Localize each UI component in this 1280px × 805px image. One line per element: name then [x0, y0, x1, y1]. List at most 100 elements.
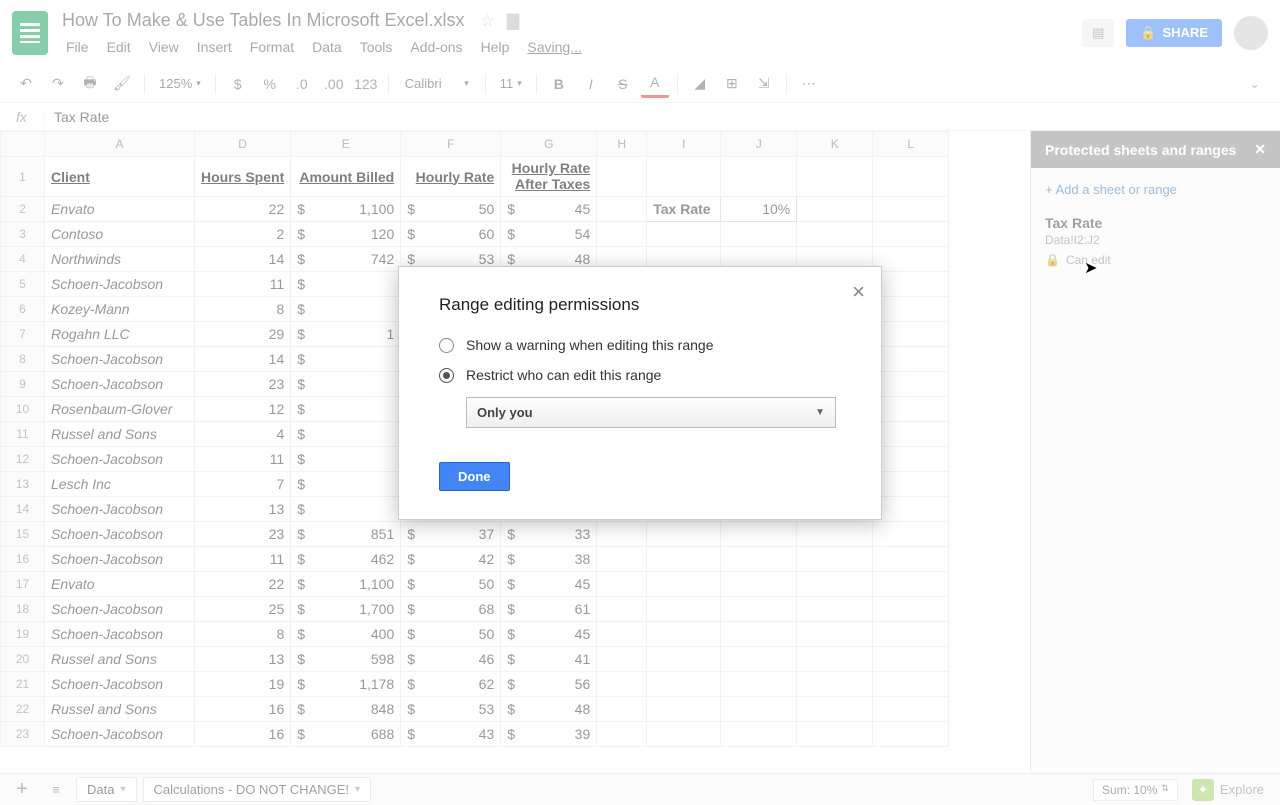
menu-insert[interactable]: Insert — [189, 37, 240, 57]
col-header[interactable]: J — [721, 132, 797, 157]
row-header[interactable]: 17 — [1, 572, 45, 597]
add-range-link[interactable]: + Add a sheet or range — [1045, 182, 1266, 197]
table-row[interactable]: 16 Schoen-Jacobson 11 $462 $42 $38 — [1, 547, 949, 572]
menu-help[interactable]: Help — [473, 37, 518, 57]
zoom-select[interactable]: 125%▾ — [153, 76, 207, 91]
done-button[interactable]: Done — [439, 462, 510, 491]
row-header[interactable]: 16 — [1, 547, 45, 572]
row-header[interactable]: 19 — [1, 622, 45, 647]
table-row[interactable]: 15 Schoen-Jacobson 23 $851 $37 $33 — [1, 522, 949, 547]
table-row[interactable]: 22 Russel and Sons 16 $848 $53 $48 — [1, 697, 949, 722]
more-formats-button[interactable]: 123 — [352, 70, 380, 98]
menu-file[interactable]: File — [58, 37, 97, 57]
menu-addons[interactable]: Add-ons — [402, 37, 470, 57]
strike-button[interactable]: S — [609, 70, 637, 98]
row-header[interactable]: 4 — [1, 247, 45, 272]
table-row[interactable]: 2 Envato 22 $1,100 $50 $45 Tax Rate10% — [1, 197, 949, 222]
row-header[interactable]: 23 — [1, 722, 45, 747]
dialog-title: Range editing permissions — [439, 295, 841, 315]
more-button[interactable]: ⋯ — [795, 70, 823, 98]
lock-icon: 🔒 — [1140, 25, 1156, 41]
row-header[interactable]: 5 — [1, 272, 45, 297]
percent-button[interactable]: % — [256, 70, 284, 98]
all-sheets-button[interactable]: ≡ — [42, 782, 70, 797]
row-header[interactable]: 2 — [1, 197, 45, 222]
row-header[interactable]: 22 — [1, 697, 45, 722]
explore-button[interactable]: ✦Explore — [1184, 779, 1272, 801]
close-icon[interactable]: × — [852, 279, 865, 305]
collapse-toolbar-icon[interactable]: ⌄ — [1249, 76, 1268, 92]
fill-color-button[interactable]: ◢ — [686, 70, 714, 98]
row-header[interactable]: 11 — [1, 422, 45, 447]
col-header[interactable]: F — [401, 132, 501, 157]
font-size-select[interactable]: 11▾ — [494, 76, 528, 91]
row-header[interactable]: 3 — [1, 222, 45, 247]
row-header[interactable]: 18 — [1, 597, 45, 622]
user-avatar[interactable] — [1234, 16, 1268, 50]
share-button[interactable]: 🔒SHARE — [1126, 19, 1222, 47]
row-header[interactable]: 8 — [1, 347, 45, 372]
menu-edit[interactable]: Edit — [99, 37, 139, 57]
col-header[interactable]: H — [597, 132, 647, 157]
range-permissions-dialog: × Range editing permissions Show a warni… — [398, 266, 882, 520]
chevron-down-icon[interactable]: ▾ — [355, 784, 360, 795]
italic-button[interactable]: I — [577, 70, 605, 98]
merge-button[interactable]: ⇲ — [750, 70, 778, 98]
row-header[interactable]: 15 — [1, 522, 45, 547]
menu-view[interactable]: View — [141, 37, 187, 57]
close-icon[interactable]: ✕ — [1254, 141, 1266, 158]
table-row[interactable]: 20 Russel and Sons 13 $598 $46 $41 — [1, 647, 949, 672]
row-header[interactable]: 14 — [1, 497, 45, 522]
row-header[interactable]: 10 — [1, 397, 45, 422]
row-header[interactable]: 9 — [1, 372, 45, 397]
formula-value[interactable]: Tax Rate — [44, 109, 119, 125]
quicksum-display[interactable]: Sum: 10%⇅ — [1093, 779, 1178, 801]
menu-data[interactable]: Data — [304, 37, 350, 57]
row-header[interactable]: 12 — [1, 447, 45, 472]
undo-button[interactable]: ↶ — [12, 70, 40, 98]
col-header[interactable]: K — [797, 132, 873, 157]
protected-range-item[interactable]: Tax Rate Data!I2:J2 🔒Can edit — [1045, 215, 1266, 267]
row-header[interactable]: 21 — [1, 672, 45, 697]
folder-icon[interactable]: ▇ — [507, 11, 519, 31]
table-row[interactable]: 19 Schoen-Jacobson 8 $400 $50 $45 — [1, 622, 949, 647]
menu-format[interactable]: Format — [242, 37, 302, 57]
col-header[interactable]: I — [647, 132, 721, 157]
table-row[interactable]: 18 Schoen-Jacobson 25 $1,700 $68 $61 — [1, 597, 949, 622]
radio-warning[interactable]: Show a warning when editing this range — [439, 337, 841, 353]
bold-button[interactable]: B — [545, 70, 573, 98]
radio-restrict[interactable]: Restrict who can edit this range — [439, 367, 841, 383]
dec-increase-button[interactable]: .00 — [320, 70, 348, 98]
currency-button[interactable]: $ — [224, 70, 252, 98]
restrict-select[interactable]: Only you ▼ — [466, 397, 836, 428]
font-select[interactable]: Calibri▾ — [397, 76, 477, 91]
menu-tools[interactable]: Tools — [352, 37, 401, 57]
sheet-tab-data[interactable]: Data▾ — [76, 777, 137, 802]
row-header[interactable]: 6 — [1, 297, 45, 322]
col-header[interactable]: G — [501, 132, 597, 157]
print-button[interactable]: 🖶 — [76, 70, 104, 98]
document-title[interactable]: How To Make & Use Tables In Microsoft Ex… — [58, 8, 468, 33]
paint-format-button[interactable]: 🖌 — [108, 70, 136, 98]
row-header[interactable]: 7 — [1, 322, 45, 347]
sheet-tab-calculations[interactable]: Calculations - DO NOT CHANGE!▾ — [143, 777, 372, 802]
col-header[interactable]: A — [45, 132, 195, 157]
add-sheet-button[interactable]: + — [8, 778, 36, 801]
row-header[interactable]: 13 — [1, 472, 45, 497]
text-color-button[interactable]: A — [641, 70, 669, 98]
row-header[interactable]: 1 — [1, 157, 45, 197]
row-header[interactable]: 20 — [1, 647, 45, 672]
borders-button[interactable]: ⊞ — [718, 70, 746, 98]
chevron-down-icon[interactable]: ▾ — [120, 784, 125, 795]
col-header[interactable]: E — [291, 132, 401, 157]
redo-button[interactable]: ↷ — [44, 70, 72, 98]
dec-decrease-button[interactable]: .0 — [288, 70, 316, 98]
col-header[interactable]: L — [873, 132, 949, 157]
star-icon[interactable]: ☆ — [480, 11, 494, 31]
col-header[interactable]: D — [195, 132, 291, 157]
table-row[interactable]: 21 Schoen-Jacobson 19 $1,178 $62 $56 — [1, 672, 949, 697]
comments-button[interactable]: ▤ — [1082, 19, 1114, 47]
table-row[interactable]: 3 Contoso 2 $120 $60 $54 — [1, 222, 949, 247]
table-row[interactable]: 23 Schoen-Jacobson 16 $688 $43 $39 — [1, 722, 949, 747]
table-row[interactable]: 17 Envato 22 $1,100 $50 $45 — [1, 572, 949, 597]
